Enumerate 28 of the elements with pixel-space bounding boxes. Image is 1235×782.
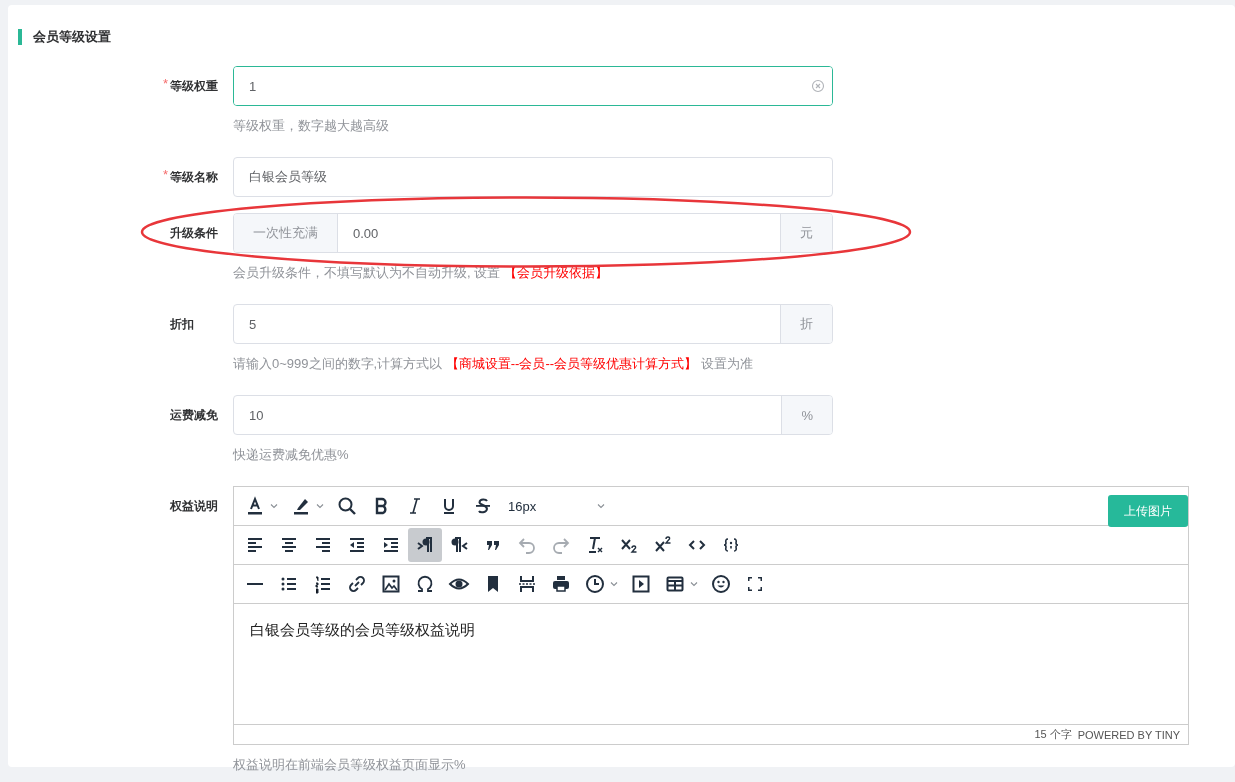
word-count: 15 个字 xyxy=(1034,727,1072,742)
caret-icon xyxy=(269,501,279,511)
field-label: 折扣 xyxy=(170,315,194,333)
caret-icon xyxy=(315,501,325,511)
help-text: 等级权重，数字越大越高级 xyxy=(233,117,390,135)
paragraph-right-button[interactable] xyxy=(408,528,442,562)
field-label: 权益说明 xyxy=(170,497,218,515)
section-title: 会员等级设置 xyxy=(18,29,1235,45)
font-size-select[interactable]: 16px xyxy=(500,489,615,523)
branding-text: POWERED BY TINY xyxy=(1077,728,1180,741)
required-mark: * xyxy=(163,167,169,182)
field-label: 等级权重 xyxy=(170,77,218,95)
caret-icon xyxy=(596,501,607,511)
clock-icon xyxy=(583,572,607,596)
caret-icon xyxy=(689,579,699,589)
field-label: 升级条件 xyxy=(170,224,218,242)
input-field[interactable]: 白银会员等级 xyxy=(234,158,832,196)
required-mark: * xyxy=(163,76,169,91)
editor-content: 白银会员等级的会员等级权益说明 xyxy=(250,621,476,640)
help-text: 快递运费减免优惠% xyxy=(233,446,350,464)
help-text: 请输入0~999之间的数字,计算方式以 【商城设置--会员--会员等级优惠计算方式】 设置为准 xyxy=(233,355,754,373)
help-text: 权益说明在前端会员等级权益页面显示% xyxy=(233,756,467,774)
horizontal-line-icon xyxy=(247,583,263,585)
caret-icon xyxy=(609,579,619,589)
smiley-icon xyxy=(709,572,733,596)
input-field[interactable]: 1 xyxy=(234,67,832,105)
field-label: 等级名称 xyxy=(170,168,218,186)
field-label: 运费减免 xyxy=(170,406,218,424)
